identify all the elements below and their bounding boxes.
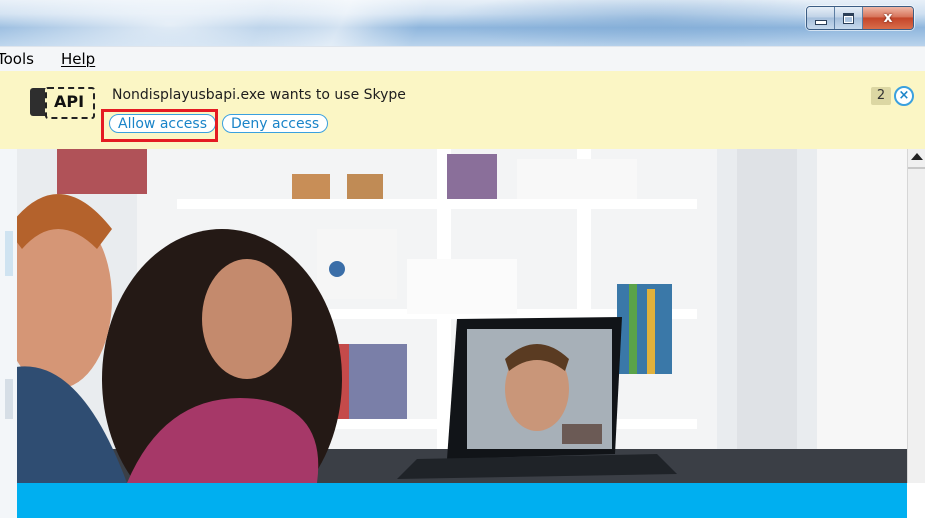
people-video-call-photo [17,149,907,483]
menu-help[interactable]: Help [61,50,95,68]
left-panel-highlight [5,231,13,276]
deny-access-button[interactable]: Deny access [222,114,329,133]
minimize-button[interactable] [807,7,835,29]
vertical-scrollbar[interactable] [907,149,925,483]
window-controls: x [806,6,914,30]
close-icon: x [883,10,893,26]
scroll-up-icon[interactable] [911,153,923,160]
titlebar-glass-shade [440,0,860,46]
window-titlebar[interactable]: x [0,0,925,46]
dismiss-notification-button[interactable]: × [894,86,914,106]
close-circle-icon: × [898,88,910,103]
minimize-icon [814,19,827,25]
api-icon: API [30,85,96,119]
close-button[interactable]: x [863,7,913,29]
hero-bottom-band [17,483,907,518]
maximize-icon [843,12,854,24]
menu-bar: Tools Help [0,46,925,72]
home-hero-image [17,149,907,483]
left-panel-edge [0,149,17,518]
titlebar-glass-streak [239,0,441,46]
api-icon-label: API [54,92,85,111]
notification-count-badge: 2 [871,87,891,105]
scroll-track-line [908,167,925,169]
menu-tools[interactable]: Tools [0,50,34,68]
notification-message: Nondisplayusbapi.exe wants to use Skype [112,87,406,103]
allow-access-highlight-box [101,109,218,142]
left-panel-marker [5,379,13,419]
maximize-button[interactable] [835,7,863,29]
